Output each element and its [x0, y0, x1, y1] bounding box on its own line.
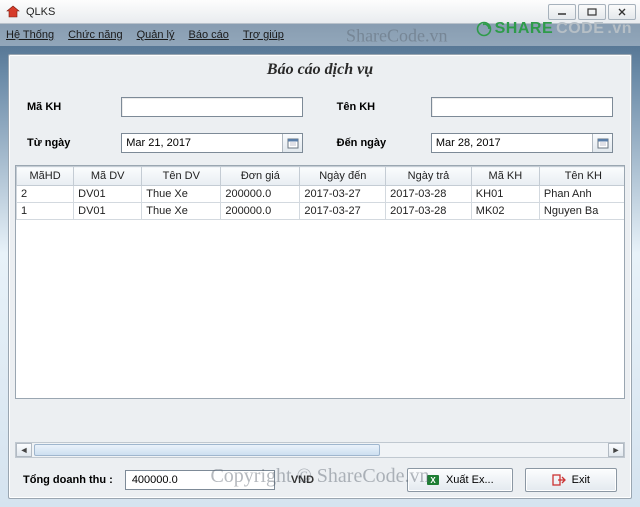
label-currency: VND — [291, 474, 314, 486]
scrollbar-thumb[interactable] — [34, 444, 380, 456]
from-date-value[interactable]: Mar 21, 2017 — [122, 134, 282, 152]
svg-text:X: X — [430, 476, 436, 485]
exit-button[interactable]: Exit — [525, 468, 617, 492]
cell-ngaytra: 2017-03-28 — [386, 203, 472, 220]
cell-tendv: Thue Xe — [142, 186, 221, 203]
calendar-icon[interactable] — [592, 134, 612, 152]
cell-ngayden: 2017-03-27 — [300, 186, 386, 203]
excel-icon: X — [426, 473, 440, 487]
col-tenkh[interactable]: Tên KH — [539, 167, 625, 186]
col-madv[interactable]: Mã DV — [74, 167, 142, 186]
label-ten-kh: Tên KH — [337, 101, 423, 113]
report-title: Báo cáo dịch vụ — [9, 61, 631, 79]
cell-dongia: 200000.0 — [221, 186, 300, 203]
export-button[interactable]: X Xuất Ex... — [407, 468, 513, 492]
cell-dongia: 200000.0 — [221, 203, 300, 220]
col-tendv[interactable]: Tên DV — [142, 167, 221, 186]
menu-function[interactable]: Chức năng — [68, 29, 122, 41]
cell-ngaytra: 2017-03-28 — [386, 186, 472, 203]
data-table-wrap: MãHD Mã DV Tên DV Đơn giá Ngày đến Ngày … — [15, 165, 625, 399]
minimize-button[interactable] — [548, 4, 576, 20]
maximize-button[interactable] — [578, 4, 606, 20]
app-icon — [6, 5, 20, 19]
exit-icon — [552, 473, 566, 487]
col-ngaytra[interactable]: Ngày trả — [386, 167, 472, 186]
to-date-value[interactable]: Mar 28, 2017 — [432, 134, 592, 152]
scroll-right-icon[interactable]: ► — [608, 443, 624, 457]
label-to-date: Đến ngày — [337, 137, 423, 149]
cell-makh: MK02 — [471, 203, 539, 220]
to-date-picker[interactable]: Mar 28, 2017 — [431, 133, 613, 153]
close-button[interactable] — [608, 4, 636, 20]
menu-manage[interactable]: Quản lý — [137, 29, 175, 41]
ma-kh-input[interactable] — [121, 97, 303, 117]
from-date-picker[interactable]: Mar 21, 2017 — [121, 133, 303, 153]
label-ma-kh: Mã KH — [27, 101, 113, 113]
cell-mahd: 1 — [17, 203, 74, 220]
ten-kh-input[interactable] — [431, 97, 613, 117]
menu-report[interactable]: Báo cáo — [188, 29, 228, 41]
data-table: MãHD Mã DV Tên DV Đơn giá Ngày đến Ngày … — [16, 166, 625, 220]
menu-system[interactable]: Hệ Thống — [6, 29, 54, 41]
table-row[interactable]: 1DV01Thue Xe200000.02017-03-272017-03-28… — [17, 203, 626, 220]
cell-tendv: Thue Xe — [142, 203, 221, 220]
scroll-left-icon[interactable]: ◄ — [16, 443, 32, 457]
horizontal-scrollbar[interactable]: ◄ ► — [15, 442, 625, 458]
table-row[interactable]: 2DV01Thue Xe200000.02017-03-272017-03-28… — [17, 186, 626, 203]
col-makh[interactable]: Mã KH — [471, 167, 539, 186]
main-panel: Báo cáo dịch vụ Mã KH Tên KH Từ ngày Mar… — [8, 54, 632, 499]
col-dongia[interactable]: Đơn giá — [221, 167, 300, 186]
window-title: QLKS — [26, 6, 548, 18]
col-ngayden[interactable]: Ngày đến — [300, 167, 386, 186]
sharecode-watermark: SHARECODE.vn — [476, 20, 632, 38]
calendar-icon[interactable] — [282, 134, 302, 152]
cell-tenkh: Nguyen Ba — [539, 203, 625, 220]
total-value: 400000.0 — [125, 470, 275, 490]
cell-madv: DV01 — [74, 186, 142, 203]
label-from-date: Từ ngày — [27, 137, 113, 149]
cell-ngayden: 2017-03-27 — [300, 203, 386, 220]
cell-mahd: 2 — [17, 186, 74, 203]
cell-makh: KH01 — [471, 186, 539, 203]
cell-tenkh: Phan Anh — [539, 186, 625, 203]
cell-madv: DV01 — [74, 203, 142, 220]
col-mahd[interactable]: MãHD — [17, 167, 74, 186]
label-total: Tổng doanh thu : — [23, 474, 113, 486]
menu-help[interactable]: Trợ giúp — [243, 29, 284, 41]
